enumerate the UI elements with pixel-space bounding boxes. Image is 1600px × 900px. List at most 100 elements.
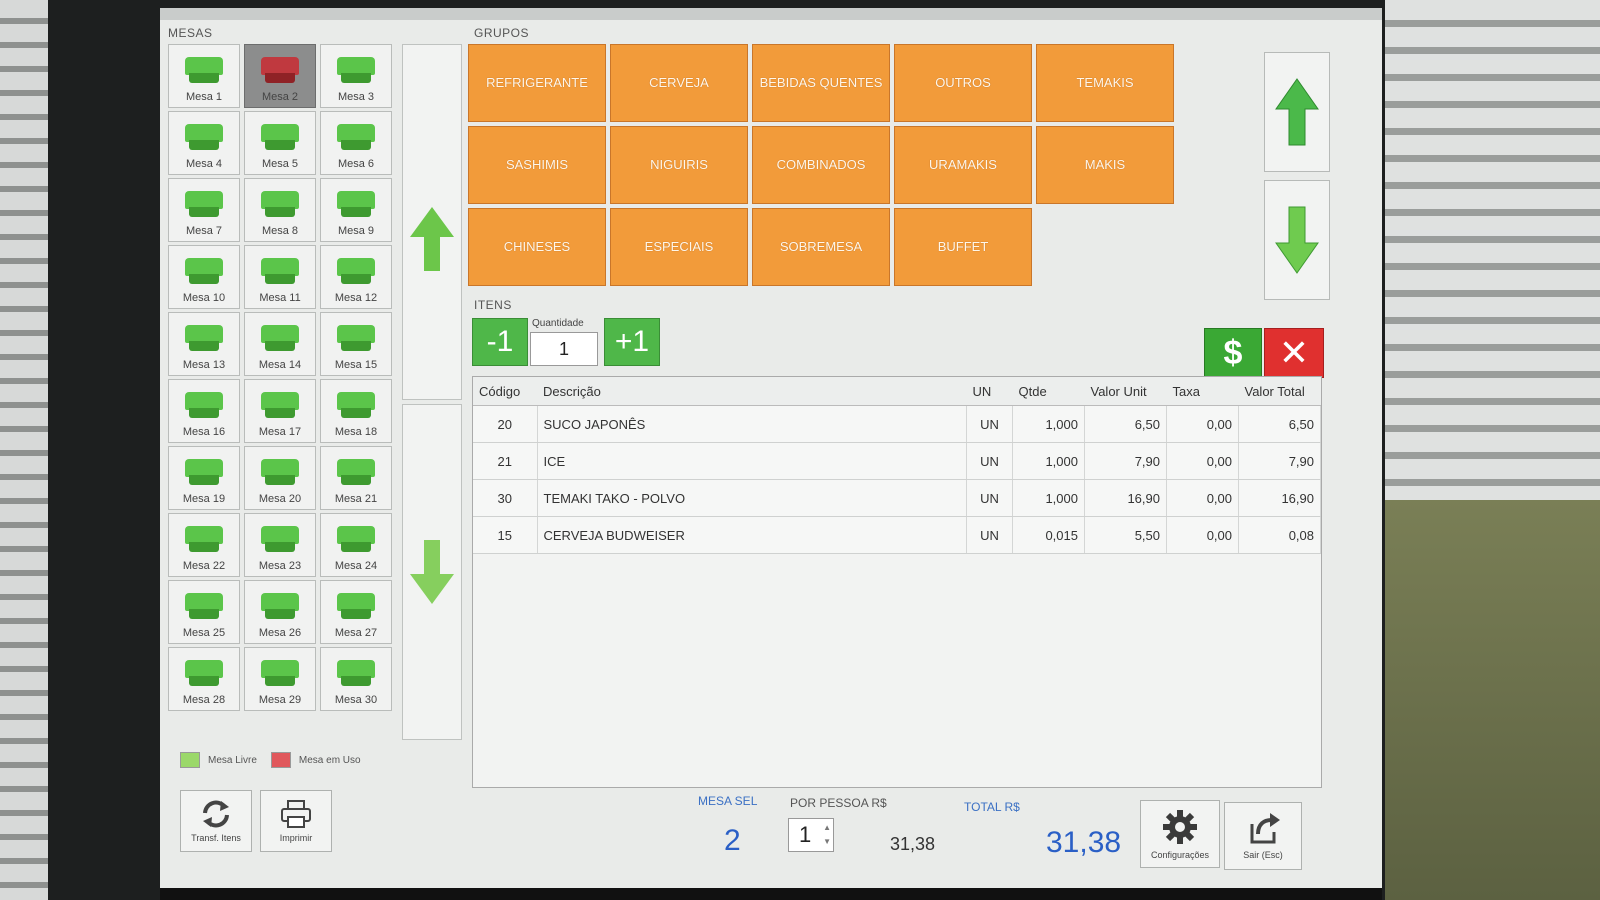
mesa-button[interactable]: Mesa 21 [320,446,392,510]
mesa-button[interactable]: Mesa 19 [168,446,240,510]
mesa-button[interactable]: Mesa 17 [244,379,316,443]
grupo-button[interactable]: SOBREMESA [752,208,890,286]
table-row[interactable]: 21 ICE UN 1,000 7,90 0,00 7,90 [473,442,1321,480]
table-icon [185,457,223,487]
mesa-button[interactable]: Mesa 13 [168,312,240,376]
mesa-button[interactable]: Mesa 30 [320,647,392,711]
mesa-button[interactable]: Mesa 4 [168,111,240,175]
grupos-scroll-up-button[interactable] [1264,52,1330,172]
mesas-scroll-down-button[interactable] [402,404,462,740]
column-header[interactable]: Valor Total [1238,377,1321,406]
table-cell: 1,000 [1012,405,1085,443]
table-row[interactable]: 15 CERVEJA BUDWEISER UN 0,015 5,50 0,00 0,08 [473,516,1321,554]
quantity-input[interactable]: 1 [530,332,598,366]
mesa-label: Mesa 30 [334,694,378,706]
grupo-button[interactable]: CHINESES [468,208,606,286]
table-row[interactable]: 30 TEMAKI TAKO - POLVO UN 1,000 16,90 0,00 16,… [473,479,1321,517]
mesa-label: Mesa 28 [182,694,226,706]
mesas-heading: MESAS [168,26,213,40]
mesa-button[interactable]: Mesa 29 [244,647,316,711]
table-icon [185,189,223,219]
mesa-button[interactable]: Mesa 1 [168,44,240,108]
imprimir-button[interactable]: Imprimir [260,790,332,852]
transf-itens-button[interactable]: Transf. Itens [180,790,252,852]
mesa-button[interactable]: Mesa 27 [320,580,392,644]
column-header[interactable]: Taxa [1166,377,1239,406]
configuracoes-button[interactable]: Configurações [1140,800,1220,868]
mesa-button[interactable]: Mesa 12 [320,245,392,309]
mesas-scroll-up-button[interactable] [402,44,462,400]
table-cell: UN [966,516,1013,554]
quantity-minus-button[interactable]: -1 [472,318,528,366]
column-header[interactable]: Descrição [537,377,967,406]
mesa-button[interactable]: Mesa 14 [244,312,316,376]
column-header[interactable]: Qtde [1012,377,1085,406]
mesa-button[interactable]: Mesa 8 [244,178,316,242]
mesa-button[interactable]: Mesa 6 [320,111,392,175]
mesa-label: Mesa 5 [261,158,299,170]
grupo-button[interactable]: CERVEJA [610,44,748,122]
total-value: 31,38 [1046,826,1122,859]
mesa-button[interactable]: Mesa 10 [168,245,240,309]
grupo-button[interactable]: MAKIS [1036,126,1174,204]
table-icon [185,122,223,152]
mesa-label: Mesa 17 [258,426,302,438]
grupo-button[interactable]: URAMAKIS [894,126,1032,204]
mesa-button[interactable]: Mesa 20 [244,446,316,510]
mesa-button[interactable]: Mesa 9 [320,178,392,242]
grupo-button[interactable]: REFRIGERANTE [468,44,606,122]
pay-button[interactable]: $ [1204,328,1262,378]
table-icon [337,122,375,152]
mesa-button[interactable]: Mesa 22 [168,513,240,577]
legend-em-uso-label: Mesa em Uso [298,754,361,766]
column-header[interactable]: UN [966,377,1013,406]
quantity-plus-button[interactable]: +1 [604,318,660,366]
window-titlebar [160,8,1382,20]
table-icon [261,189,299,219]
mesa-button[interactable]: Mesa 28 [168,647,240,711]
mesa-label: Mesa 9 [337,225,375,237]
cancel-item-button[interactable]: ✕ [1264,328,1324,378]
mesa-button[interactable]: Mesa 3 [320,44,392,108]
grupo-button[interactable]: BUFFET [894,208,1032,286]
grupo-button[interactable]: SASHIMIS [468,126,606,204]
table-row[interactable]: 20 SUCO JAPONÊS UN 1,000 6,50 0,00 6,50 [473,405,1321,443]
mesa-button[interactable]: Mesa 26 [244,580,316,644]
pessoas-stepper[interactable]: 1 ▲ ▼ [788,818,834,852]
table-icon [337,189,375,219]
table-cell: 0,00 [1166,516,1239,554]
stepper-arrows-icon[interactable]: ▲ ▼ [823,821,831,849]
mesa-button[interactable]: Mesa 18 [320,379,392,443]
grupo-button[interactable]: TEMAKIS [1036,44,1174,122]
mesa-button[interactable]: Mesa 16 [168,379,240,443]
grupo-button[interactable]: COMBINADOS [752,126,890,204]
mesa-button[interactable]: Mesa 25 [168,580,240,644]
column-header[interactable]: Código [473,377,537,406]
mesa-button[interactable]: Mesa 7 [168,178,240,242]
table-cell: 6,50 [1238,405,1321,443]
sair-label: Sair (Esc) [1243,850,1283,860]
itens-heading: ITENS [474,298,512,312]
grupo-button[interactable]: BEBIDAS QUENTES [752,44,890,122]
quantity-label: Quantidade [532,318,584,329]
grupo-button[interactable]: ESPECIAIS [610,208,748,286]
table-cell: 16,90 [1084,479,1167,517]
mesa-button[interactable]: Mesa 24 [320,513,392,577]
mesa-button[interactable]: Mesa 5 [244,111,316,175]
mesa-button[interactable]: Mesa 23 [244,513,316,577]
grupos-scroll-down-button[interactable] [1264,180,1330,300]
table-icon [337,55,375,85]
grupo-button[interactable]: NIGUIRIS [610,126,748,204]
mesa-button[interactable]: Mesa 2 [244,44,316,108]
column-header[interactable]: Valor Unit [1084,377,1167,406]
grupo-button[interactable]: OUTROS [894,44,1032,122]
mesa-button[interactable]: Mesa 11 [244,245,316,309]
table-cell: 0,08 [1238,516,1321,554]
sair-button[interactable]: Sair (Esc) [1224,802,1302,870]
table-cell: 15 [473,516,538,554]
table-cell: 7,90 [1084,442,1167,480]
window-blinds-left [0,0,48,900]
mesa-label: Mesa 26 [258,627,302,639]
mesa-sel-label: MESA SEL [698,794,758,808]
mesa-button[interactable]: Mesa 15 [320,312,392,376]
